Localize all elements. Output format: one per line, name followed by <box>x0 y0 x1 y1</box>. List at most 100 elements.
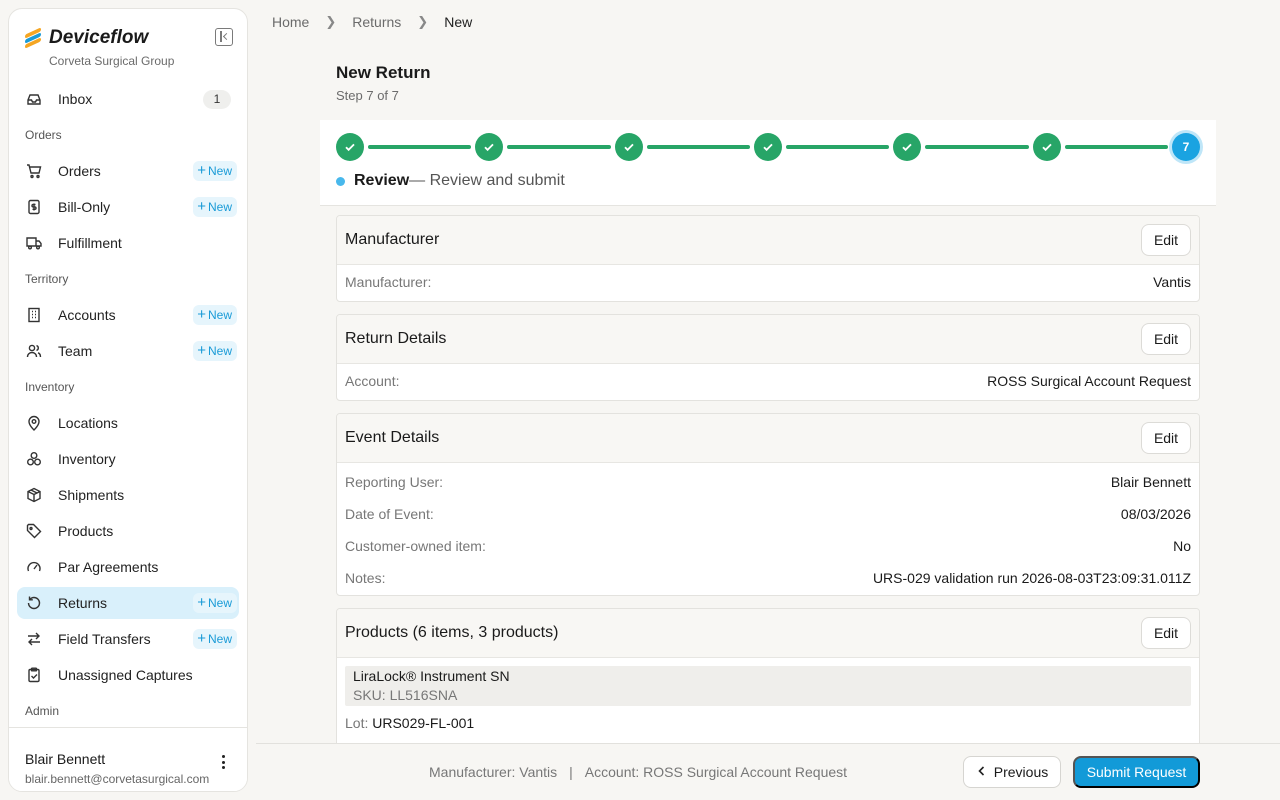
footer-account: Account: ROSS Surgical Account Request <box>585 764 847 780</box>
user-profile[interactable]: Blair Bennett blair.bennett@corvetasurgi… <box>9 727 247 791</box>
section-label-territory: Territory <box>25 272 69 286</box>
sidebar-item-accounts[interactable]: Accounts + New <box>17 299 239 331</box>
new-team-button[interactable]: + New <box>193 341 237 361</box>
kv-value: 08/03/2026 <box>1120 506 1191 522</box>
step-complete[interactable] <box>1032 133 1061 161</box>
footer-account-value: ROSS Surgical Account Request <box>643 764 848 780</box>
chevron-right-icon: ❯ <box>417 14 429 29</box>
kv-value: No <box>1173 538 1191 554</box>
card-header: Return Details Edit <box>337 315 1199 364</box>
new-return-button[interactable]: + New <box>193 593 237 613</box>
previous-button[interactable]: Previous <box>963 756 1061 788</box>
new-account-button[interactable]: + New <box>193 305 237 325</box>
footer-manufacturer-label: Manufacturer: <box>429 764 516 780</box>
kv-value: ROSS Surgical Account Request <box>987 373 1191 389</box>
section-label-orders: Orders <box>25 128 62 142</box>
user-email: blair.bennett@corvetasurgical.com <box>25 772 210 786</box>
new-bill-only-button[interactable]: + New <box>193 197 237 217</box>
card-title: Manufacturer <box>345 231 440 248</box>
submit-request-button[interactable]: Submit Request <box>1073 756 1200 788</box>
sidebar-item-label: Locations <box>58 415 118 431</box>
deviceflow-logo-icon <box>25 27 41 49</box>
kv-value: URS-029 validation run 2026-08-03T23:09:… <box>872 570 1191 586</box>
page-step: Step 7 of 7 <box>336 88 399 103</box>
step-complete[interactable] <box>754 133 782 161</box>
section-label-admin: Admin <box>25 704 60 718</box>
users-icon <box>25 343 42 360</box>
brand-name: Deviceflow <box>49 27 149 48</box>
product-sku: SKU: LL516SNA <box>353 687 458 703</box>
sidebar-item-shipments[interactable]: Shipments <box>17 479 239 511</box>
breadcrumb-returns[interactable]: Returns <box>352 14 401 30</box>
sidebar-collapse-icon[interactable] <box>215 28 233 46</box>
step-connector <box>368 145 472 149</box>
step-connector <box>925 145 1029 149</box>
plus-icon: + <box>197 306 206 323</box>
sidebar-item-field-transfers[interactable]: Field Transfers + New <box>17 623 239 655</box>
step-connector <box>646 145 750 149</box>
edit-manufacturer-button[interactable]: Edit <box>1141 224 1191 256</box>
step-current[interactable]: 7 <box>1172 133 1200 161</box>
product-row: LiraLock® Instrument SN SKU: LL516SNA <box>345 666 1191 706</box>
check-icon <box>763 143 773 152</box>
footer-divider: | <box>569 764 573 780</box>
inbox-count-badge: 1 <box>203 90 231 109</box>
receipt-icon <box>25 199 42 216</box>
kv-row: Manufacturer: Vantis <box>337 265 1199 301</box>
step-complete[interactable] <box>336 133 364 161</box>
step-complete[interactable] <box>614 133 643 161</box>
package-icon <box>25 487 42 504</box>
sidebar-item-locations[interactable]: Locations <box>17 407 239 439</box>
step-number: 7 <box>1182 140 1190 154</box>
sidebar-item-returns[interactable]: Returns + New <box>17 587 239 619</box>
kv-label: Customer-owned item: <box>345 538 486 554</box>
step-complete[interactable] <box>893 133 922 161</box>
check-icon <box>624 143 634 152</box>
sidebar-nav: Inbox 1 Orders Orders + New Bill-Only + Ne… <box>17 83 239 731</box>
sidebar-item-inbox[interactable]: Inbox 1 <box>17 83 239 115</box>
step-connector <box>1064 145 1168 149</box>
plus-icon: + <box>197 198 206 215</box>
sidebar-item-products[interactable]: Products <box>17 515 239 547</box>
new-order-button[interactable]: + New <box>193 161 237 181</box>
kv-label: Reporting User: <box>345 474 444 490</box>
check-icon <box>345 143 355 152</box>
plus-icon: + <box>197 594 206 611</box>
breadcrumb: Home ❯ Returns ❯ New <box>272 14 472 30</box>
breadcrumb-home[interactable]: Home <box>272 14 309 30</box>
sidebar-item-label: Orders <box>58 163 101 179</box>
more-vertical-icon[interactable] <box>215 754 231 770</box>
new-label: New <box>207 596 232 610</box>
gauge-icon <box>25 559 42 576</box>
sidebar-item-label: Inventory <box>58 451 116 467</box>
new-label: New <box>207 164 232 178</box>
sidebar-item-orders[interactable]: Orders + New <box>17 155 239 187</box>
sidebar-item-inventory[interactable]: Inventory <box>17 443 239 475</box>
sidebar-item-team[interactable]: Team + New <box>17 335 239 367</box>
step-connector <box>786 145 890 149</box>
card-header: Products (6 items, 3 products) Edit <box>337 609 1199 658</box>
kv-label: Manufacturer: <box>345 274 432 290</box>
check-icon <box>1042 143 1052 152</box>
brand[interactable]: Deviceflow <box>25 27 148 49</box>
sidebar-item-bill-only[interactable]: Bill-Only + New <box>17 191 239 223</box>
sidebar-item-label: Fulfillment <box>58 235 122 251</box>
kv-row: Account: ROSS Surgical Account Request <box>337 364 1199 400</box>
edit-products-button[interactable]: Edit <box>1141 617 1191 649</box>
kv-value: Blair Bennett <box>1110 474 1191 490</box>
new-field-transfer-button[interactable]: + New <box>193 629 237 649</box>
sidebar-item-fulfillment[interactable]: Fulfillment <box>17 227 239 259</box>
sidebar-item-unassigned-captures[interactable]: Unassigned Captures <box>17 659 239 691</box>
map-pin-icon <box>25 415 42 432</box>
edit-return-details-button[interactable]: Edit <box>1141 323 1191 355</box>
kv-row: Date of Event: 08/03/2026 <box>337 497 1199 529</box>
kv-label: Notes: <box>345 570 386 586</box>
check-icon <box>484 143 494 152</box>
boxes-icon <box>25 451 42 468</box>
step-complete[interactable] <box>475 133 504 161</box>
sidebar-item-label: Unassigned Captures <box>58 667 193 683</box>
edit-event-details-button[interactable]: Edit <box>1141 422 1191 454</box>
sidebar-item-par-agreements[interactable]: Par Agreements <box>17 551 239 583</box>
card-title: Return Details <box>345 330 447 347</box>
arrows-swap-icon <box>25 631 42 648</box>
